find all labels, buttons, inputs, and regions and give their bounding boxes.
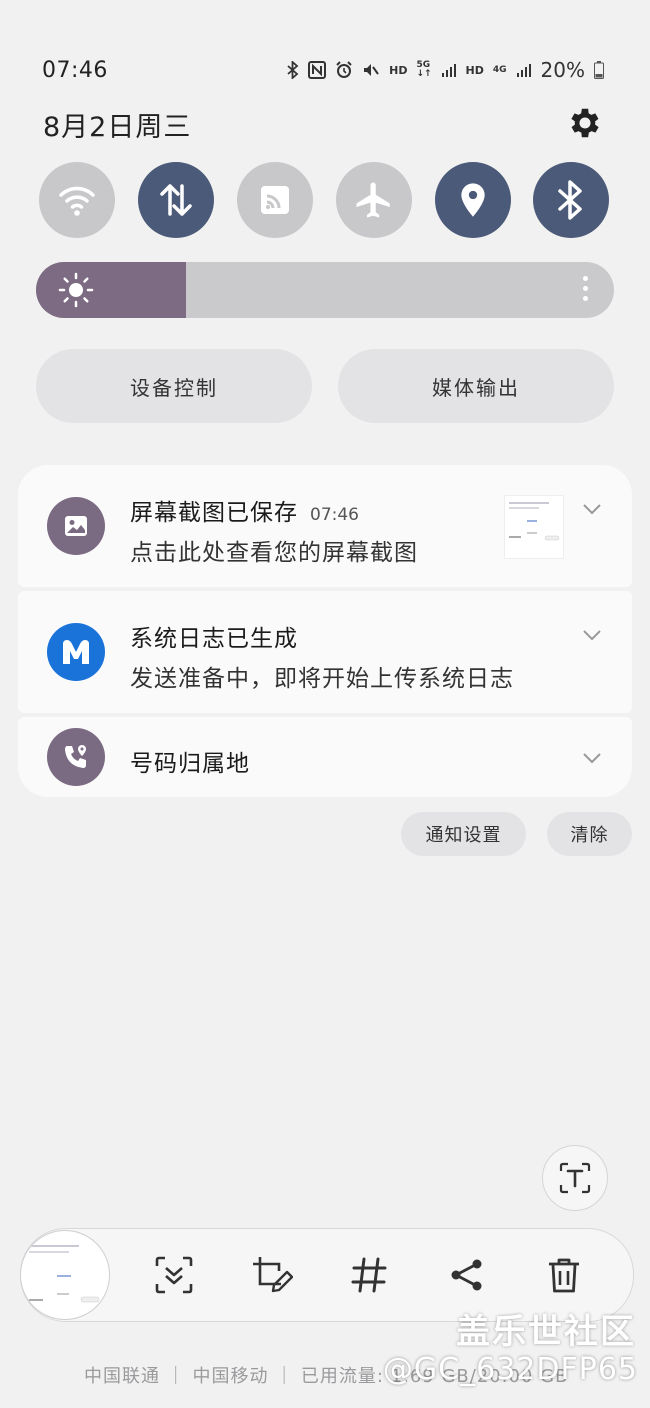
device-control-button[interactable]: 设备控制 bbox=[36, 349, 312, 423]
community-watermark: 盖乐世社区 bbox=[456, 1312, 636, 1352]
crop-edit-icon bbox=[253, 1257, 293, 1293]
data-arrows-icon: ↓↑ bbox=[416, 69, 432, 79]
clock: 07:46 bbox=[42, 58, 108, 83]
alarm-icon bbox=[335, 61, 353, 79]
mobile-data-toggle[interactable] bbox=[138, 162, 214, 238]
hashtag-icon bbox=[351, 1257, 387, 1293]
battery-icon bbox=[594, 61, 604, 79]
notification-caller-location[interactable]: 号码归属地 bbox=[18, 717, 632, 797]
user-id-watermark: @GC_632DFP65 bbox=[382, 1352, 638, 1387]
airplane-icon bbox=[356, 182, 390, 218]
wifi-toggle[interactable] bbox=[39, 162, 115, 238]
expand-chevron-icon[interactable] bbox=[582, 503, 602, 515]
screenshot-thumbnail[interactable] bbox=[504, 495, 564, 559]
data-transfer-icon bbox=[160, 184, 192, 216]
brightness-more-icon[interactable] bbox=[583, 276, 588, 301]
expand-chevron-icon[interactable] bbox=[582, 629, 602, 641]
bluetooth-icon bbox=[558, 180, 582, 220]
status-icons: HD 5G ↓↑ HD 4G 20% bbox=[287, 58, 604, 82]
notification-body: 点击此处查看您的屏幕截图 bbox=[130, 540, 418, 566]
battery-percent: 20% bbox=[540, 58, 585, 82]
hd-badge-2: HD bbox=[465, 63, 484, 77]
settings-gear-icon[interactable] bbox=[566, 104, 604, 142]
notification-title: 号码归属地 bbox=[130, 751, 250, 777]
members-app-icon bbox=[47, 623, 105, 681]
mute-icon bbox=[362, 61, 380, 79]
gallery-app-icon bbox=[47, 497, 105, 555]
date-label: 8月2日周三 bbox=[43, 112, 192, 143]
notification-screenshot-saved[interactable]: 屏幕截图已保存 07:46 点击此处查看您的屏幕截图 bbox=[18, 465, 632, 587]
extract-text-button[interactable] bbox=[542, 1145, 608, 1211]
bluetooth-toggle[interactable] bbox=[533, 162, 609, 238]
network-5g-indicator: 5G ↓↑ bbox=[416, 61, 431, 79]
notification-body: 发送准备中，即将开始上传系统日志 bbox=[130, 666, 514, 692]
notification-title: 系统日志已生成 bbox=[130, 626, 298, 652]
airplane-mode-toggle[interactable] bbox=[336, 162, 412, 238]
location-pin-icon bbox=[461, 183, 485, 217]
brightness-sun-icon bbox=[58, 272, 94, 308]
notification-time: 07:46 bbox=[310, 505, 359, 525]
signal-icon bbox=[441, 62, 457, 78]
notification-title: 屏幕截图已保存 07:46 bbox=[130, 493, 359, 527]
notification-title-text: 屏幕截图已保存 bbox=[130, 500, 298, 526]
add-tag-button[interactable] bbox=[344, 1250, 394, 1300]
network-4g-label: 4G bbox=[492, 64, 507, 75]
phone-location-app-icon bbox=[47, 728, 105, 786]
wifi-icon bbox=[59, 186, 95, 216]
nfc-icon bbox=[308, 61, 327, 79]
cast-toggle[interactable] bbox=[237, 162, 313, 238]
network-4g-indicator: 4G bbox=[492, 64, 507, 75]
notification-settings-button[interactable]: 通知设置 bbox=[401, 812, 526, 856]
scroll-capture-button[interactable] bbox=[149, 1250, 199, 1300]
bluetooth-status-icon bbox=[287, 61, 299, 79]
trash-icon bbox=[549, 1258, 579, 1293]
edit-screenshot-button[interactable] bbox=[246, 1250, 296, 1300]
signal-icon-2 bbox=[516, 62, 532, 78]
share-icon bbox=[451, 1259, 482, 1291]
notification-system-log[interactable]: 系统日志已生成 发送准备中，即将开始上传系统日志 bbox=[18, 591, 632, 713]
share-button[interactable] bbox=[442, 1250, 492, 1300]
location-toggle[interactable] bbox=[435, 162, 511, 238]
hd-badge: HD bbox=[389, 63, 408, 77]
scroll-capture-icon bbox=[155, 1256, 193, 1294]
clear-button[interactable]: 清除 bbox=[547, 812, 632, 856]
brightness-slider[interactable] bbox=[36, 262, 614, 318]
media-output-button[interactable]: 媒体输出 bbox=[338, 349, 614, 423]
expand-chevron-icon[interactable] bbox=[582, 752, 602, 764]
screenshot-preview-thumbnail[interactable] bbox=[20, 1230, 110, 1320]
delete-button[interactable] bbox=[539, 1250, 589, 1300]
text-scan-icon bbox=[559, 1162, 591, 1194]
cast-icon bbox=[261, 186, 289, 214]
